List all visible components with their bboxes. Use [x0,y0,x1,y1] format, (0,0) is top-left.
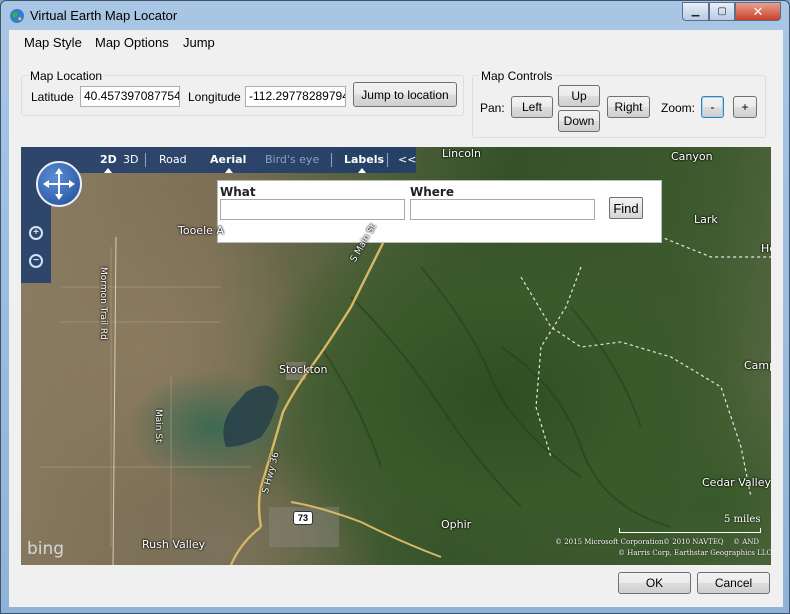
map-location-label: Map Location [28,69,105,83]
place-label: Camp [744,359,771,372]
zoom-in-button[interactable]: + [733,96,757,118]
close-button[interactable]: ✕ [735,2,781,21]
menu-jump[interactable]: Jump [183,35,215,50]
place-label: Ophir [441,518,472,531]
place-label: Tooele A [178,224,224,237]
toolbar-divider [145,153,146,167]
title-bar[interactable]: Virtual Earth Map Locator ▁ ▢ ✕ [1,1,789,29]
maximize-button[interactable]: ▢ [709,2,735,21]
road-button[interactable]: Road [159,153,187,166]
scale-bar [619,528,761,533]
globe-icon [10,9,24,23]
map-style-toolbar: 2D 3D Road Aerial Bird's eye Labels << [21,147,416,173]
view-2d-button[interactable]: 2D [100,153,117,166]
cancel-button[interactable]: Cancel [697,572,770,594]
pan-right-button[interactable]: Right [607,96,650,118]
place-label: Rush Valley [142,538,206,551]
place-label: Stockton [279,363,328,376]
road-label: Main St [153,409,163,443]
scale-label: 5 miles [724,514,761,525]
active-marker-icon [358,168,366,173]
zoom-out-icon[interactable]: − [29,254,43,268]
latitude-label: Latitude [31,90,74,104]
active-marker-icon [104,168,112,173]
pan-up-button[interactable]: Up [558,85,600,107]
view-3d-button[interactable]: 3D [123,153,138,166]
copyright-text: © Harris Corp, Earthstar Geographics LLC [618,549,771,557]
copyright-text: © AND [733,538,760,546]
zoom-in-icon[interactable]: + [29,226,43,240]
pan-left-button[interactable]: Left [511,96,553,118]
map-view[interactable]: 2D 3D Road Aerial Bird's eye Labels << +… [21,147,771,565]
place-label: Canyon [671,150,713,163]
compass-icon[interactable] [36,161,82,207]
bing-logo: bing [27,539,64,559]
collapse-toolbar-button[interactable]: << [398,153,416,166]
what-label: What [220,185,256,199]
search-panel: What Where Find [217,180,662,243]
app-window: Virtual Earth Map Locator ▁ ▢ ✕ Map Styl… [0,0,790,614]
highway-shield: 73 [293,511,313,525]
client-area: Map Style Map Options Jump Map Location … [9,30,783,607]
zoom-out-button[interactable]: - [701,96,724,118]
find-button[interactable]: Find [609,197,643,219]
labels-button[interactable]: Labels [344,153,384,166]
where-label: Where [410,185,454,199]
longitude-input[interactable]: -112.29778289794 [245,86,346,107]
bing-logo-text: bing [27,539,65,559]
menu-map-options[interactable]: Map Options [95,35,169,50]
active-marker-icon [225,168,233,173]
place-label: He [761,242,771,255]
latitude-input[interactable]: 40.4573970877544 [80,86,180,107]
pan-label: Pan: [480,101,505,115]
copyright-text: © 2010 NAVTEQ [663,538,724,546]
minimize-button[interactable]: ▁ [682,2,709,21]
place-label: Lincoln [442,147,481,160]
pan-down-button[interactable]: Down [558,110,600,132]
menu-map-style[interactable]: Map Style [24,35,82,50]
road-label: Mormon Trail Rd [98,267,108,340]
place-label: Cedar Valley [702,476,771,489]
birds-eye-button: Bird's eye [265,153,320,166]
map-controls-label: Map Controls [479,69,555,83]
aerial-button[interactable]: Aerial [210,153,246,166]
map-controls-group: Map Controls Pan: Left Up Down Right Zoo… [472,69,766,138]
menu-bar: Map Style Map Options Jump [9,30,783,54]
toolbar-divider [331,153,332,167]
where-input[interactable] [410,199,595,220]
jump-to-location-button[interactable]: Jump to location [353,82,457,107]
toolbar-divider [387,153,388,167]
ok-button[interactable]: OK [618,572,691,594]
longitude-label: Longitude [188,90,241,104]
zoom-label: Zoom: [661,101,696,115]
place-label: Lark [694,213,718,226]
what-input[interactable] [220,199,405,220]
copyright-text: © 2015 Microsoft Corporation [555,538,664,546]
window-title: Virtual Earth Map Locator [30,8,178,23]
map-location-group: Map Location Latitude 40.4573970877544 L… [21,69,464,116]
pan-arrows-icon [43,168,75,200]
